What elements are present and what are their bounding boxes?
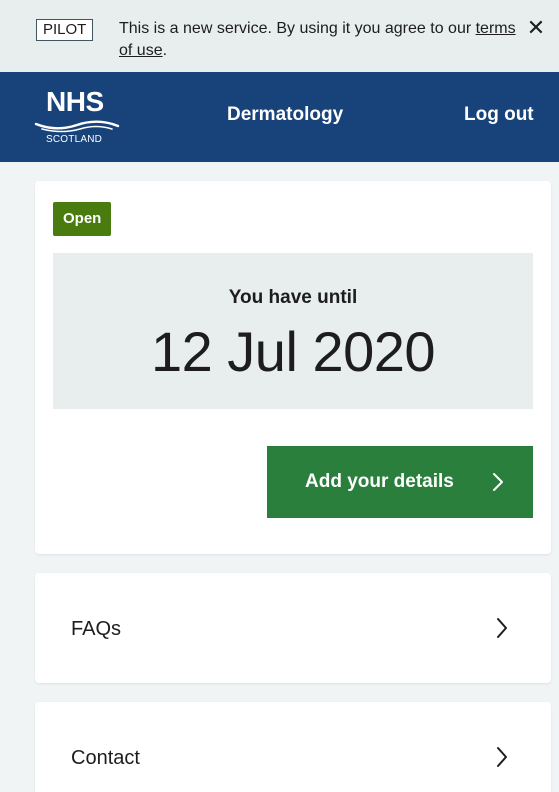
deadline-panel: You have until 12 Jul 2020 (53, 253, 533, 409)
pilot-message: This is a new service. By using it you a… (119, 18, 519, 62)
deadline-date: 12 Jul 2020 (150, 320, 436, 383)
nav-dermatology-link[interactable]: Dermatology (227, 104, 343, 126)
faqs-label: FAQs (71, 618, 122, 640)
pilot-message-end: . (162, 42, 168, 59)
faqs-link-card[interactable]: FAQs (35, 573, 551, 683)
chevron-right-icon (497, 618, 507, 638)
nhs-scotland-logo[interactable]: NHS SCOTLAND (32, 86, 122, 150)
logout-link[interactable]: Log out (464, 104, 534, 126)
logo-swoosh-icon (34, 120, 120, 133)
close-icon[interactable]: ✕ (524, 16, 548, 40)
chevron-right-icon (493, 473, 503, 491)
contact-label: Contact (71, 747, 140, 769)
deadline-label: You have until (228, 287, 358, 308)
chevron-right-icon (497, 747, 507, 767)
logo-subtitle: SCOTLAND (46, 134, 103, 145)
add-your-details-button[interactable]: Add your details (267, 446, 533, 518)
pilot-banner: PILOT This is a new service. By using it… (0, 0, 559, 72)
logo-title: NHS (46, 86, 104, 117)
status-badge: Open (53, 202, 112, 236)
pilot-tag: PILOT (36, 19, 94, 41)
pilot-message-text: This is a new service. By using it you a… (119, 20, 476, 37)
add-your-details-label: Add your details (305, 471, 454, 492)
contact-link-card[interactable]: Contact (35, 702, 551, 792)
